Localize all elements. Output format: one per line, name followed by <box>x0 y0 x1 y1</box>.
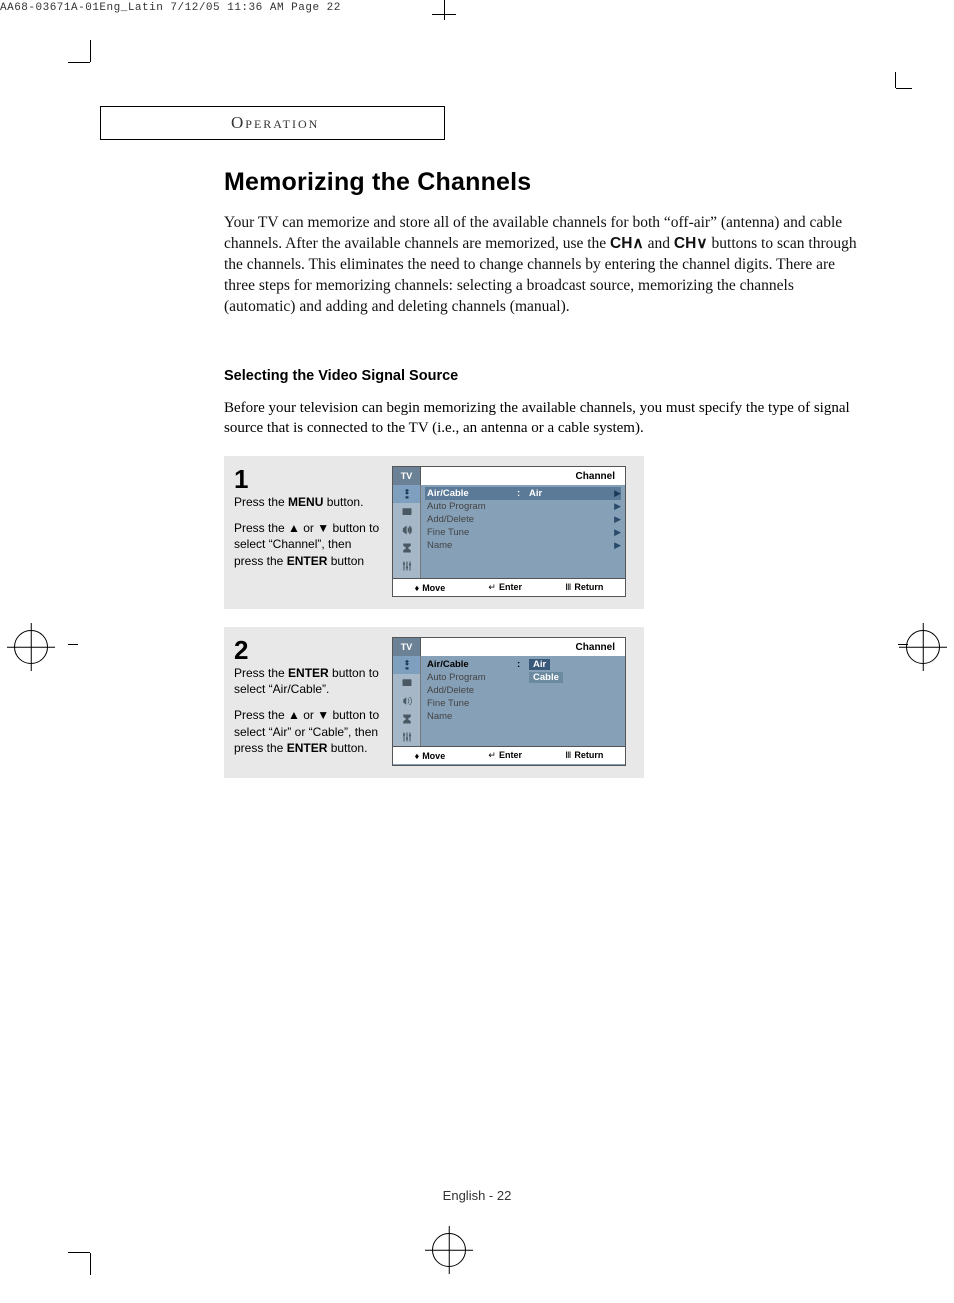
osd-tv-label: TV <box>393 467 421 485</box>
osd-footer-enter: Enter <box>488 582 522 593</box>
osd-row-autoprogram: Auto ProgramCable <box>427 671 621 684</box>
crop-mark <box>68 1252 90 1253</box>
crop-mark <box>90 1253 91 1275</box>
osd-menu-title: Channel <box>421 638 625 656</box>
osd-list: Air/Cable : Air ▶ Auto Program▶ Add/Dele… <box>421 485 625 578</box>
crop-mark <box>68 644 78 645</box>
registration-mark-right <box>906 630 940 664</box>
osd-footer-move: Move <box>415 583 446 593</box>
step-2-block: 2 Press the ENTER button to select “Air/… <box>224 627 644 778</box>
step-1-block: 1 Press the MENU button. Press the ▲ or … <box>224 456 644 609</box>
step-2-text: 2 Press the ENTER button to select “Air/… <box>234 637 380 766</box>
osd-footer: Move Enter Return <box>393 746 625 764</box>
intro-paragraph: Your TV can memorize and store all of th… <box>224 213 864 318</box>
osd-footer-return: Return <box>565 582 603 593</box>
channel-icon <box>393 521 420 539</box>
osd-tv-label: TV <box>393 638 421 656</box>
setup-icon <box>393 557 420 575</box>
crop-mark <box>90 40 91 62</box>
sound-icon <box>393 674 420 692</box>
page-content: Memorizing the Channels Your TV can memo… <box>224 168 864 796</box>
osd-row-autoprogram: Auto Program▶ <box>427 500 621 513</box>
section-tab: Operation <box>100 106 445 140</box>
osd-row-name: Name▶ <box>427 539 621 552</box>
crop-mark-top <box>432 0 456 20</box>
osd-list: Air/Cable : Air Auto ProgramCable Add/De… <box>421 656 625 746</box>
osd-menu-screenshot-2: TV Channel Air/Cable : Air <box>392 637 626 766</box>
step-number: 1 <box>234 466 380 492</box>
intro-text: and <box>644 235 674 252</box>
osd-value-air: Air <box>529 659 550 670</box>
timer-icon <box>393 539 420 557</box>
channel-icon <box>393 692 420 710</box>
osd-row-adddelete: Add/Delete <box>427 684 621 697</box>
osd-row-aircable: Air/Cable : Air <box>427 658 621 671</box>
osd-row-aircable: Air/Cable : Air ▶ <box>425 487 621 500</box>
page-title: Memorizing the Channels <box>224 168 864 197</box>
osd-icon-column <box>393 656 421 746</box>
osd-row-finetune: Fine Tune <box>427 697 621 710</box>
timer-icon <box>393 710 420 728</box>
crop-mark <box>68 62 90 63</box>
osd-row-finetune: Fine Tune▶ <box>427 526 621 539</box>
print-header-line: AA68-03671A-01Eng_Latin 7/12/05 11:36 AM… <box>0 2 341 14</box>
step-1-text: 1 Press the MENU button. Press the ▲ or … <box>234 466 380 597</box>
osd-value-cable: Cable <box>529 672 563 683</box>
osd-menu-screenshot-1: TV Channel Air/Cable : Air ▶ <box>392 466 626 597</box>
osd-footer-enter: Enter <box>488 750 522 761</box>
registration-mark-left <box>14 630 48 664</box>
subsection-title: Selecting the Video Signal Source <box>224 368 864 384</box>
osd-footer-return: Return <box>565 750 603 761</box>
osd-footer-move: Move <box>415 751 446 761</box>
ch-down-label: CH∨ <box>674 235 708 252</box>
ch-up-label: CH∧ <box>610 235 644 252</box>
crop-mark <box>898 644 908 645</box>
osd-row-adddelete: Add/Delete▶ <box>427 513 621 526</box>
page-number: English - 22 <box>0 1188 954 1203</box>
sound-icon <box>393 503 420 521</box>
crop-mark <box>895 72 896 88</box>
osd-menu-title: Channel <box>421 467 625 485</box>
picture-icon <box>393 656 420 674</box>
subsection-intro: Before your television can begin memoriz… <box>224 398 864 439</box>
step-number: 2 <box>234 637 380 663</box>
crop-mark <box>896 88 912 89</box>
setup-icon <box>393 728 420 746</box>
osd-footer: Move Enter Return <box>393 578 625 596</box>
picture-icon <box>393 485 420 503</box>
registration-mark-bottom <box>432 1233 466 1267</box>
osd-icon-column <box>393 485 421 578</box>
osd-row-name: Name <box>427 710 621 723</box>
